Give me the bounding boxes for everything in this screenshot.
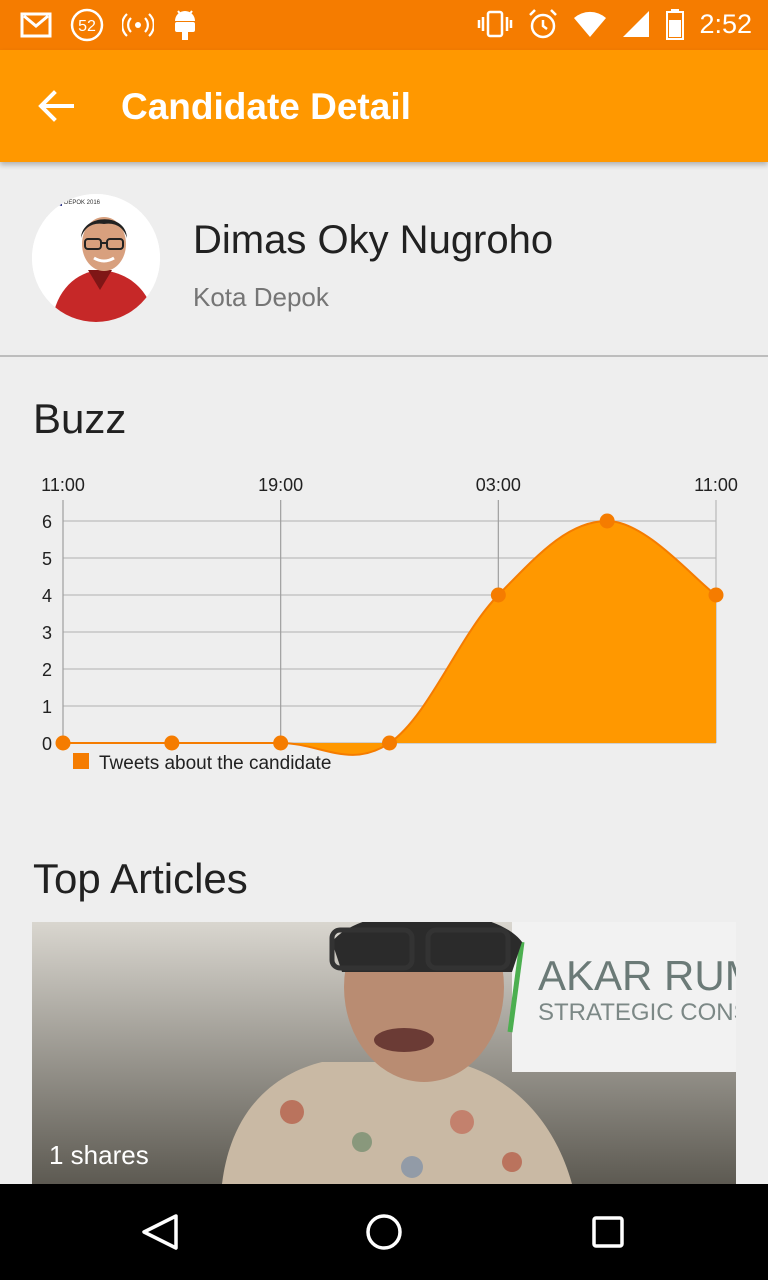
buzz-chart: 0 1 2 3 4 5 6 11:00 19:00 03:00 11:00 Tweets about …: [41, 475, 738, 774]
home-circle-icon: [366, 1214, 402, 1250]
system-nav-bar: [0, 1184, 768, 1280]
y-tick-label: 3: [42, 623, 52, 643]
cell-signal-icon: [623, 11, 650, 37]
candidate-avatar: DEPOK 2016: [32, 194, 160, 322]
y-tick-label: 0: [42, 734, 52, 754]
x-tick-label: 11:00: [694, 475, 738, 495]
top-articles-title: Top Articles: [33, 855, 248, 902]
avatar-logo-text: DEPOK 2016: [64, 200, 101, 206]
data-point: [55, 735, 71, 751]
data-point: [382, 735, 397, 751]
buzz-title: Buzz: [33, 395, 127, 442]
article-shares: 1 shares: [49, 1140, 149, 1170]
data-point: [599, 513, 615, 529]
x-tick-label: 03:00: [476, 475, 521, 495]
candidate-name: Dimas Oky Nugroho: [193, 218, 554, 262]
y-tick-label: 1: [42, 697, 52, 717]
data-point: [708, 587, 724, 603]
recents-square-icon: [592, 1216, 624, 1248]
battery-icon: [666, 9, 685, 40]
avatar-image: DEPOK 2016: [32, 194, 160, 322]
app-bar: Candidate Detail: [0, 50, 768, 162]
arrow-left-icon: [38, 90, 74, 122]
data-point: [490, 587, 506, 603]
y-tick-label: 4: [42, 586, 52, 606]
notification-count-icon: 52: [70, 8, 104, 42]
banner-text-1: AKAR RUMP: [538, 952, 736, 999]
legend-label: Tweets about the candidate: [99, 753, 331, 774]
data-point: [273, 735, 289, 751]
back-button[interactable]: [34, 84, 78, 128]
data-point: [164, 735, 180, 751]
y-tick-label: 2: [42, 660, 52, 680]
wifi-signal-icon: [122, 13, 154, 37]
back-triangle-icon: [142, 1214, 178, 1250]
article-card[interactable]: AKAR RUMP STRATEGIC CONSU 1 shares: [32, 922, 736, 1184]
page-title: Candidate Detail: [121, 86, 411, 127]
alarm-icon: [529, 9, 558, 39]
banner-text-2: STRATEGIC CONSU: [538, 999, 736, 1026]
y-tick-label: 6: [42, 512, 52, 532]
candidate-region: Kota Depok: [193, 282, 329, 312]
nav-home-button[interactable]: [362, 1210, 406, 1254]
nav-back-button[interactable]: [138, 1210, 182, 1254]
wifi-icon: [574, 11, 607, 38]
notification-count: 52: [78, 18, 96, 35]
series-area: [63, 521, 716, 755]
android-icon: [175, 10, 195, 40]
x-tick-label: 19:00: [258, 475, 303, 495]
vibrate-icon: [478, 10, 513, 38]
status-right-icons: 2:52: [477, 8, 752, 40]
candidate-header: DEPOK 2016 Dimas Oky Nugroho Kota Depok: [0, 162, 768, 357]
status-left-icons: 52: [20, 8, 198, 42]
gmail-icon: [20, 12, 52, 38]
y-tick-label: 5: [42, 549, 52, 569]
legend-swatch: [73, 753, 89, 769]
nav-recents-button[interactable]: [586, 1210, 630, 1254]
status-time: 2:52: [699, 8, 752, 39]
x-tick-label: 11:00: [41, 475, 85, 495]
status-bar: 52 2:52: [0, 0, 768, 50]
